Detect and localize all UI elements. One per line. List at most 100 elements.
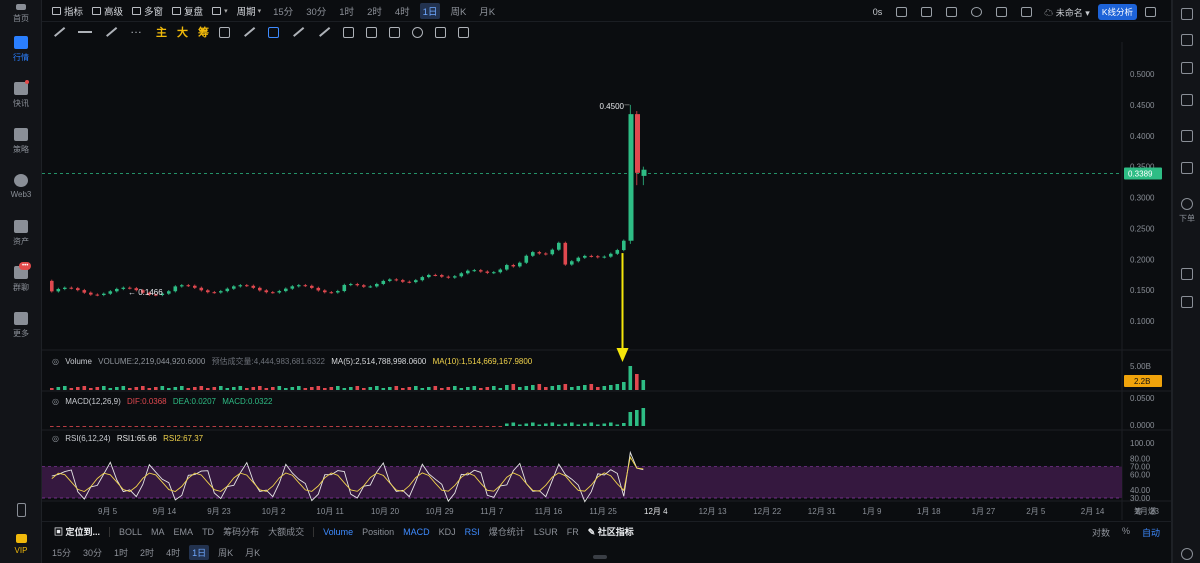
nav-news[interactable]: 快讯 <box>0 80 42 109</box>
bottom-timeframe-30m[interactable]: 30分 <box>80 545 105 560</box>
advanced-button[interactable]: 高级 <box>92 4 123 18</box>
orderbook-icon[interactable] <box>1181 62 1193 74</box>
nav-more[interactable]: 更多 <box>0 312 42 339</box>
grid-icon[interactable] <box>1021 7 1033 17</box>
timeframe-1w[interactable]: 周K <box>447 3 469 19</box>
nav-market-label: 行情 <box>13 53 29 62</box>
visibility-tool-icon[interactable] <box>412 26 423 38</box>
more-tools-icon[interactable] <box>130 22 144 38</box>
indicator-rsi[interactable]: RSI <box>465 527 480 537</box>
indicator-liquidation[interactable]: 爆仓统计 <box>489 525 525 538</box>
lock-tool-icon[interactable] <box>366 26 377 38</box>
layers-icon[interactable] <box>1181 296 1193 308</box>
ray-tool-icon[interactable] <box>104 26 118 38</box>
bottom-timeframe-1d[interactable]: 1日 <box>189 544 210 560</box>
period-dropdown[interactable]: 周期 ▾ <box>237 4 262 18</box>
layout-icon[interactable] <box>946 7 958 17</box>
log-scale-toggle[interactable]: 对数 <box>1092 526 1110 539</box>
timeframe-15m[interactable]: 15分 <box>270 3 296 19</box>
mobile-icon-button[interactable] <box>0 503 42 520</box>
indicator-ma[interactable]: MA <box>151 527 165 537</box>
indicator-macd[interactable]: MACD <box>403 527 430 537</box>
nav-assets[interactable]: 资产 <box>0 220 42 247</box>
indicator-fr[interactable]: FR <box>567 527 579 537</box>
support-bot-icon[interactable] <box>1181 548 1193 560</box>
candle-type-button[interactable]: ▾ <box>212 6 228 15</box>
fullscreen-icon[interactable] <box>921 7 933 17</box>
fibonacci-tool-icon[interactable] <box>219 26 230 38</box>
book-icon[interactable] <box>1181 162 1193 174</box>
indicators-button[interactable]: 指标 <box>52 4 83 18</box>
nav-home[interactable]: 首页 <box>0 4 42 24</box>
timeframe-1mo[interactable]: 月K <box>476 3 498 19</box>
bottom-timeframe-1h[interactable]: 1时 <box>111 545 131 560</box>
timeframe-1h[interactable]: 1时 <box>336 3 357 19</box>
scroll-icon[interactable] <box>1181 268 1193 280</box>
timeframe-1d[interactable]: 1日 <box>419 2 441 19</box>
pen-tool-icon[interactable] <box>242 26 256 38</box>
nav-market[interactable]: 行情 <box>0 36 42 63</box>
expand-icon[interactable] <box>996 7 1008 17</box>
indicator-lsur[interactable]: LSUR <box>534 527 558 537</box>
home-icon <box>16 4 26 10</box>
community-indicators-button[interactable]: ✎ 社区指标 <box>588 525 634 538</box>
multi-window-button[interactable]: 多窗 <box>132 4 163 18</box>
indicator-boll[interactable]: BOLL <box>119 527 142 537</box>
place-order-icon[interactable] <box>1181 198 1193 210</box>
bottom-timeframe-15m[interactable]: 15分 <box>49 545 74 560</box>
chips-button[interactable]: 筹 <box>198 24 209 40</box>
bottom-timeframe-1w[interactable]: 周K <box>215 545 236 560</box>
document-icon[interactable] <box>1181 130 1193 142</box>
place-order-label[interactable]: 下单 <box>1173 213 1200 224</box>
chart-canvas[interactable]: 0.50000.45000.40000.35000.30000.25000.20… <box>42 42 1172 520</box>
delete-tool-icon[interactable] <box>458 26 469 38</box>
indicator-td[interactable]: TD <box>202 527 214 537</box>
star-icon[interactable] <box>1181 8 1193 20</box>
cloud-save-dropdown[interactable]: ☁ 未命名 ▾ <box>1044 6 1090 19</box>
trend-line-tool-icon[interactable] <box>52 26 66 38</box>
macd-bar <box>108 426 113 427</box>
nav-web3[interactable]: Web3 <box>0 174 42 199</box>
bottom-timeframe-1mo[interactable]: 月K <box>242 545 263 560</box>
eye-icon[interactable]: ◎ <box>52 434 59 443</box>
timeframe-4h[interactable]: 4时 <box>392 3 413 19</box>
indicator-position[interactable]: Position <box>362 527 394 537</box>
auto-scale-toggle[interactable]: 自动 <box>1142 526 1160 539</box>
edit-tool-icon[interactable] <box>317 26 331 38</box>
measure-tool-icon[interactable] <box>343 26 354 38</box>
nav-chat[interactable]: ••• 群聊 <box>0 262 42 293</box>
bottom-timeframe-4h[interactable]: 4时 <box>163 545 183 560</box>
locate-button[interactable]: ▣ 定位到... <box>54 525 100 538</box>
copy-tool-icon[interactable] <box>268 26 279 38</box>
percent-scale-toggle[interactable]: % <box>1122 526 1130 539</box>
indicator-volume[interactable]: Volume <box>323 527 353 537</box>
timeframe-2h[interactable]: 2时 <box>364 3 385 19</box>
large-order-button[interactable]: 大 <box>177 24 188 40</box>
volume-bar <box>297 386 301 390</box>
high-price-label: 0.4500 <box>600 102 625 111</box>
indicator-kdj[interactable]: KDJ <box>439 527 456 537</box>
clip-tool-icon[interactable] <box>389 26 400 38</box>
replay-button[interactable]: 复盘 <box>172 4 203 18</box>
brush-tool-icon[interactable] <box>291 26 305 38</box>
list-icon[interactable] <box>1181 34 1193 46</box>
chart-area[interactable]: 0.5000 0.4500 0.4000 0.3500 0.3000 0.2500 0.20… <box>42 42 1172 520</box>
eye-icon[interactable]: ◎ <box>52 357 59 366</box>
indicator-ema[interactable]: EMA <box>174 527 194 537</box>
nav-vip[interactable]: VIP <box>0 534 42 555</box>
settings-icon[interactable] <box>971 7 983 17</box>
timeframe-30m[interactable]: 30分 <box>303 3 329 19</box>
bottom-timeframe-2h[interactable]: 2时 <box>137 545 157 560</box>
kline-analysis-button[interactable]: K线分析 <box>1097 4 1137 20</box>
panel-resize-handle[interactable] <box>593 555 607 559</box>
camera-icon[interactable] <box>896 7 908 17</box>
chart-line-icon[interactable] <box>1181 94 1193 106</box>
horizontal-line-tool-icon[interactable] <box>78 26 92 38</box>
main-chart-button[interactable]: 主 <box>156 24 167 40</box>
share-icon[interactable] <box>1145 7 1156 17</box>
indicator-large-trades[interactable]: 大额成交 <box>268 525 304 538</box>
filter-tool-icon[interactable] <box>435 26 446 38</box>
nav-strategy[interactable]: 策略 <box>0 128 42 155</box>
indicator-chip-distribution[interactable]: 筹码分布 <box>223 525 259 538</box>
eye-icon[interactable]: ◎ <box>52 397 59 406</box>
